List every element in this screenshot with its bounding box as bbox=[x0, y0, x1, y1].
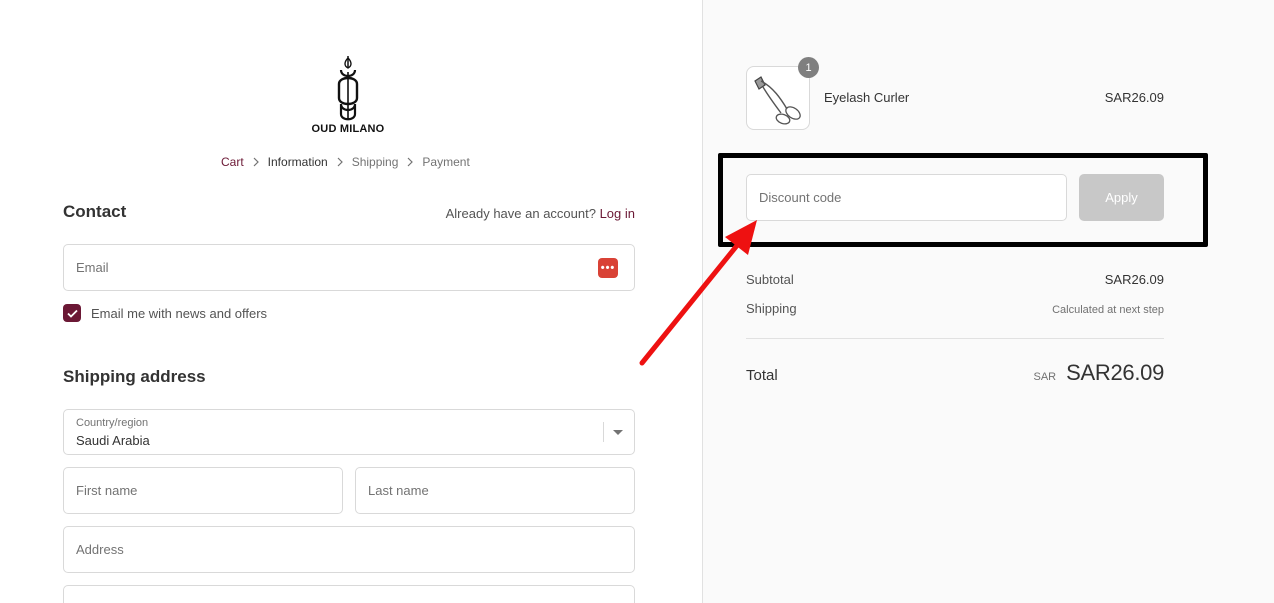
quantity-badge: 1 bbox=[798, 57, 819, 78]
chevron-right-icon bbox=[407, 157, 414, 167]
total-value: SAR26.09 bbox=[1066, 360, 1164, 385]
total-currency: SAR bbox=[1033, 371, 1057, 383]
chevron-right-icon bbox=[253, 157, 259, 167]
shipping-address-heading: Shipping address bbox=[63, 367, 206, 386]
account-prompt-text: Already have an account? bbox=[445, 206, 596, 221]
country-select[interactable]: Country/region Saudi Arabia bbox=[63, 409, 635, 455]
store-logo[interactable]: OUD MILANO bbox=[300, 54, 396, 135]
breadcrumb: Cart Information Shipping Payment bbox=[221, 155, 470, 169]
subtotal-row: Subtotal SAR26.09 bbox=[746, 272, 1164, 287]
chevron-right-icon bbox=[337, 157, 343, 167]
address-input[interactable] bbox=[64, 527, 634, 572]
apply-discount-button[interactable]: Apply bbox=[1079, 174, 1164, 221]
product-price: SAR26.09 bbox=[1104, 90, 1164, 105]
first-name-field bbox=[63, 467, 343, 514]
checkmark-icon bbox=[66, 309, 78, 318]
brand-name: OUD MILANO bbox=[311, 123, 385, 135]
shipping-label: Shipping bbox=[746, 301, 797, 316]
discount-field bbox=[746, 174, 1067, 221]
breadcrumb-shipping: Shipping bbox=[351, 155, 399, 169]
password-manager-icon[interactable]: ••• bbox=[598, 258, 618, 278]
breadcrumb-information: Information bbox=[267, 155, 328, 169]
shipping-row: Shipping Calculated at next step bbox=[746, 301, 1164, 316]
order-summary: 1 Eyelash Curler SAR26.09 Apply Subtotal… bbox=[702, 0, 1274, 603]
last-name-field bbox=[355, 467, 635, 514]
shipping-value: Calculated at next step bbox=[1052, 304, 1164, 316]
chevron-down-icon bbox=[613, 430, 623, 435]
total-row: Total SAR SAR26.09 bbox=[746, 360, 1164, 386]
breadcrumb-payment: Payment bbox=[422, 155, 470, 169]
product-thumbnail bbox=[746, 66, 810, 130]
subtotal-label: Subtotal bbox=[746, 272, 794, 287]
discount-code-input[interactable] bbox=[747, 175, 1066, 220]
subtotal-value: SAR26.09 bbox=[1104, 272, 1164, 287]
contact-heading: Contact bbox=[63, 202, 127, 221]
address-field bbox=[63, 526, 635, 573]
total-amount: SAR SAR26.09 bbox=[1033, 360, 1164, 386]
newsletter-option[interactable]: Email me with news and offers bbox=[63, 304, 267, 322]
eyelash-curler-icon bbox=[754, 76, 801, 125]
country-label: Country/region bbox=[76, 417, 149, 429]
product-name: Eyelash Curler bbox=[824, 90, 910, 105]
oud-milano-emblem-icon bbox=[337, 56, 359, 121]
email-field: ••• bbox=[63, 244, 635, 291]
first-name-input[interactable] bbox=[64, 468, 342, 513]
login-link[interactable]: Log in bbox=[600, 206, 635, 221]
email-input[interactable] bbox=[64, 245, 634, 290]
last-name-input[interactable] bbox=[356, 468, 634, 513]
country-value: Saudi Arabia bbox=[76, 433, 150, 448]
breadcrumb-cart[interactable]: Cart bbox=[221, 155, 244, 169]
newsletter-label: Email me with news and offers bbox=[91, 305, 268, 321]
apartment-field bbox=[63, 585, 635, 603]
summary-divider bbox=[746, 338, 1164, 339]
apartment-input[interactable] bbox=[64, 586, 634, 603]
select-divider bbox=[603, 422, 604, 442]
checkout-main: OUD MILANO Cart Information Shipping Pay… bbox=[0, 0, 702, 603]
total-label: Total bbox=[746, 367, 778, 384]
account-prompt: Already have an account? Log in bbox=[446, 206, 635, 221]
newsletter-checkbox[interactable] bbox=[63, 304, 81, 322]
